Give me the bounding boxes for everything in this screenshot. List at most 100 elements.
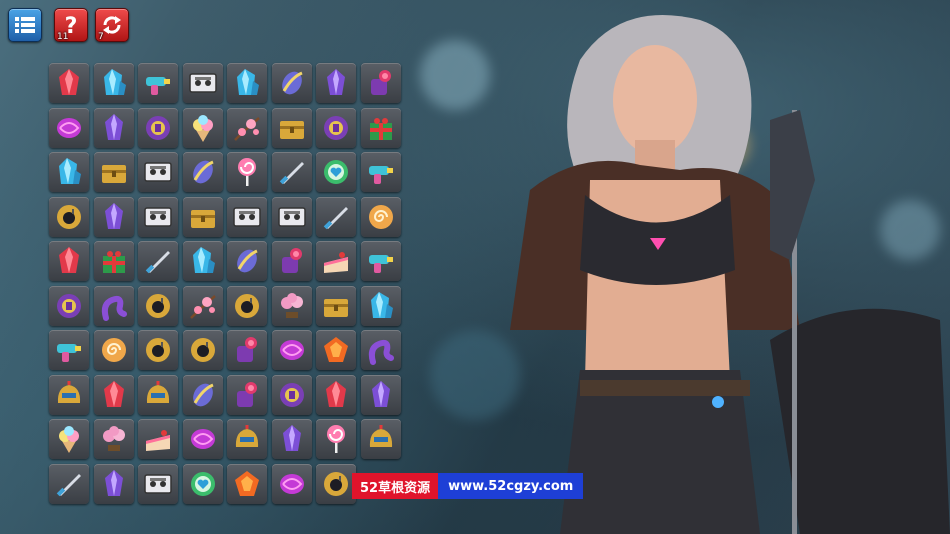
hint-button[interactable]: ? 11 (54, 8, 88, 42)
tile-purple-crystal[interactable] (93, 196, 134, 237)
tile-ice-cream[interactable] (49, 419, 89, 459)
gold-helmet-icon (146, 380, 170, 403)
tile-gold-chest[interactable] (182, 196, 223, 237)
tile-rose-bag[interactable] (227, 330, 267, 370)
bonsai-icon (280, 292, 303, 318)
shuffle-button[interactable]: 7 (95, 8, 129, 42)
blue-crystal-icon (192, 247, 215, 273)
tile-blue-crystal[interactable] (227, 63, 267, 103)
cake-slice-icon (146, 430, 170, 451)
gold-helmet-icon (57, 380, 81, 403)
tile-bonsai[interactable] (93, 419, 134, 459)
tile-bonsai[interactable] (271, 285, 312, 326)
tile-swirl-cookie[interactable] (93, 330, 134, 370)
tile-heart-coin[interactable] (182, 463, 223, 504)
tile-blue-crystal[interactable] (182, 241, 223, 281)
tile-purple-crystal[interactable] (271, 419, 312, 459)
tile-gold-helmet[interactable] (138, 374, 178, 415)
tile-purple-crystal[interactable] (93, 463, 134, 504)
tile-cake-slice[interactable] (138, 419, 178, 459)
tile-lollipop[interactable] (316, 419, 356, 459)
tile-sakura-branch[interactable] (227, 107, 267, 148)
tile-bomb-coin[interactable] (316, 463, 356, 504)
tile-feather-token[interactable] (182, 374, 223, 415)
tile-swirl-cookie[interactable] (360, 196, 401, 237)
tile-purple-coin[interactable] (49, 285, 89, 326)
tile-cake-slice[interactable] (316, 241, 356, 281)
heart-coin-icon (324, 160, 348, 184)
tile-board (49, 63, 401, 504)
tile-bomb-coin[interactable] (227, 285, 267, 326)
tile-feather-token[interactable] (182, 152, 223, 192)
pink-candy-icon (190, 429, 215, 449)
tile-purple-crystal[interactable] (93, 107, 134, 148)
tile-gold-chest[interactable] (93, 152, 134, 192)
tile-gold-helmet[interactable] (227, 419, 267, 459)
tile-gold-helmet[interactable] (360, 419, 401, 459)
tile-red-crystal[interactable] (93, 374, 134, 415)
rose-bag-icon (237, 337, 257, 362)
tile-feather-token[interactable] (271, 63, 312, 103)
tile-red-crystal[interactable] (49, 241, 89, 281)
tile-heart-coin[interactable] (316, 152, 356, 192)
swirl-cookie-icon (368, 204, 393, 229)
red-crystal-icon (103, 380, 124, 407)
purple-crystal-icon (371, 380, 390, 407)
tile-bomb-coin[interactable] (49, 196, 89, 237)
tile-rose-bag[interactable] (271, 241, 312, 281)
tile-orange-gem[interactable] (316, 330, 356, 370)
tile-cassette[interactable] (138, 463, 178, 504)
tile-gold-chest[interactable] (316, 285, 356, 326)
tile-purple-coin[interactable] (316, 107, 356, 148)
tile-blue-crystal[interactable] (360, 285, 401, 326)
tile-purple-coin[interactable] (138, 107, 178, 148)
gold-chest-icon (190, 209, 215, 228)
tile-gold-helmet[interactable] (49, 374, 89, 415)
tile-gift-box[interactable] (360, 107, 401, 148)
tile-lollipop[interactable] (227, 152, 267, 192)
menu-button[interactable] (8, 8, 42, 42)
tile-cassette[interactable] (227, 196, 267, 237)
tile-cassette[interactable] (271, 196, 312, 237)
tile-orange-gem[interactable] (227, 463, 267, 504)
tile-ray-gun[interactable] (360, 152, 401, 192)
gold-helmet-icon (235, 425, 259, 447)
tile-bomb-coin[interactable] (138, 330, 178, 370)
tile-purple-coin[interactable] (271, 374, 312, 415)
tile-purple-crystal[interactable] (316, 63, 356, 103)
tile-rose-bag[interactable] (227, 374, 267, 415)
tile-ice-cream[interactable] (182, 107, 223, 148)
character-illustration (510, 15, 950, 534)
tile-ray-gun[interactable] (360, 241, 401, 281)
tile-blue-crystal[interactable] (93, 63, 134, 103)
tile-pink-candy[interactable] (182, 419, 223, 459)
tile-tentacle[interactable] (360, 330, 401, 370)
tile-cassette[interactable] (182, 63, 223, 103)
cake-slice-icon (324, 252, 348, 273)
tile-ray-gun[interactable] (138, 63, 178, 103)
tile-gold-chest[interactable] (271, 107, 312, 148)
tile-pink-candy[interactable] (49, 107, 89, 148)
tile-dagger[interactable] (316, 196, 356, 237)
blue-crystal-icon (237, 69, 259, 95)
bomb-coin-icon (324, 471, 348, 496)
tile-sakura-branch[interactable] (182, 285, 223, 326)
tile-dagger[interactable] (271, 152, 312, 192)
tile-red-crystal[interactable] (316, 374, 356, 415)
tile-pink-candy[interactable] (271, 330, 312, 370)
tile-bomb-coin[interactable] (138, 285, 178, 326)
tile-rose-bag[interactable] (360, 63, 401, 103)
tile-pink-candy[interactable] (271, 463, 312, 504)
tile-dagger[interactable] (138, 241, 178, 281)
tile-dagger[interactable] (49, 463, 89, 504)
tile-cassette[interactable] (138, 196, 178, 237)
tile-purple-crystal[interactable] (360, 374, 401, 415)
tile-gift-box[interactable] (93, 241, 134, 281)
tile-red-crystal[interactable] (49, 63, 89, 103)
tile-bomb-coin[interactable] (182, 330, 223, 370)
tile-blue-crystal[interactable] (49, 152, 89, 192)
tile-tentacle[interactable] (93, 285, 134, 326)
tile-ray-gun[interactable] (49, 330, 89, 370)
tile-cassette[interactable] (138, 152, 178, 192)
tile-feather-token[interactable] (227, 241, 267, 281)
